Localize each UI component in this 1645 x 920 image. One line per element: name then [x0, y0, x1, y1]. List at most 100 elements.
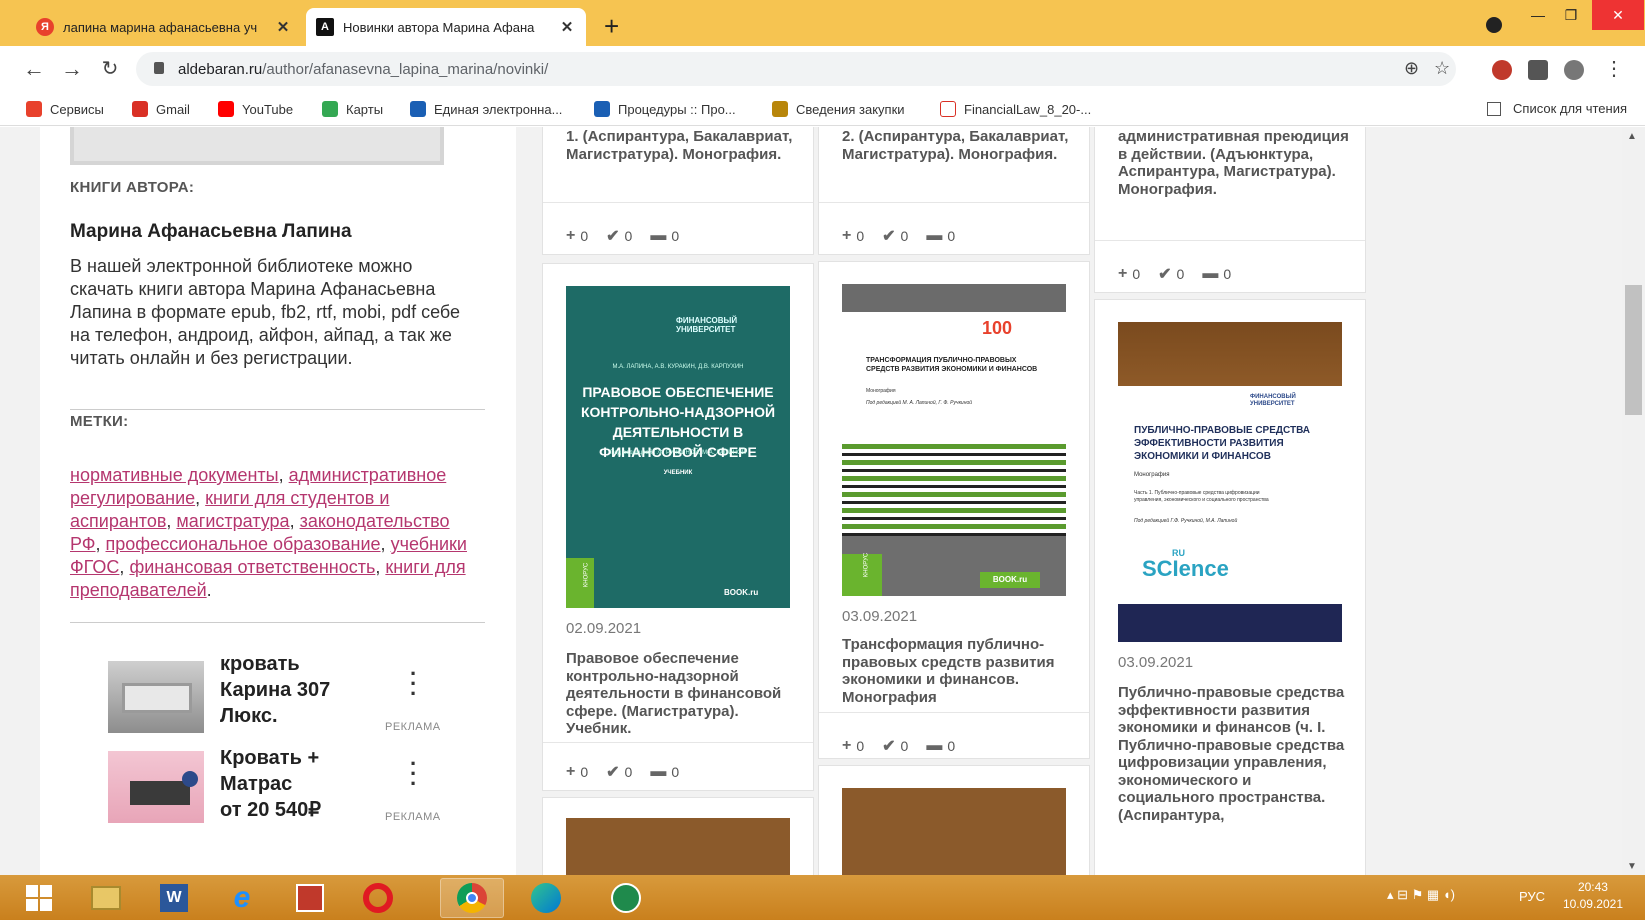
book-card[interactable]: 1. (Аспирантура, Бакалавриат, Магистрату… [542, 127, 814, 255]
tab-aldebaran[interactable]: A Новинки автора Марина Афана ✕ [306, 8, 586, 46]
language-indicator[interactable]: РУС [1519, 889, 1545, 904]
zoom-icon[interactable]: ⊕ [1404, 58, 1419, 79]
ad-menu-icon[interactable]: · · · [410, 753, 417, 795]
book-cover[interactable]: ФИНАНСОВЫЙ УНИВЕРСИТЕТ ПУБЛИЧНО-ПРАВОВЫЕ… [1118, 322, 1342, 642]
bookmark-pdf[interactable]: FinancialLaw_8_20-... [940, 101, 1091, 117]
page-scrollbar[interactable]: ▲ ▼ [1622, 127, 1645, 875]
divider [70, 622, 485, 623]
check-stat[interactable]: ✔ 0 [1158, 264, 1184, 284]
address-bar[interactable]: aldebaran.ru/author/afanasevna_lapina_ma… [136, 52, 1456, 86]
start-button[interactable] [4, 878, 74, 918]
taskbar-garant[interactable] [594, 878, 658, 918]
book-cover[interactable]: ФИНАНСОВЫЙ УНИВЕРСИТЕТ М.А. ЛАПИНА, А.В.… [566, 286, 790, 608]
tab-search[interactable]: Я лапина марина афанасьевна уч ✕ [26, 8, 302, 46]
new-tab-button[interactable]: + [604, 11, 619, 42]
scroll-thumb[interactable] [1625, 285, 1642, 415]
reload-icon[interactable]: ↻ [98, 56, 122, 82]
book-title[interactable]: административная преюдиция в действии. (… [1118, 128, 1350, 198]
comment-stat[interactable]: ▬ 0 [1202, 264, 1231, 284]
book-title[interactable]: 1. (Аспирантура, Бакалавриат, Магистрату… [566, 128, 798, 163]
check-stat[interactable]: ✔ 0 [606, 226, 632, 246]
book-card[interactable]: ФИНАНСОВЫЙ УНИВЕРСИТЕТ ПУБЛИЧНО-ПРАВОВЫЕ… [1094, 299, 1366, 875]
restore-icon[interactable]: ❐ [1548, 0, 1594, 30]
tag-link[interactable]: финансовая ответственность [129, 557, 375, 577]
bookmark-youtube[interactable]: YouTube [218, 101, 293, 117]
bookmark-services[interactable]: Сервисы [26, 101, 104, 117]
file-explorer-icon [91, 886, 121, 910]
check-count: 0 [624, 764, 633, 780]
scroll-down-icon[interactable]: ▼ [1627, 861, 1637, 872]
plus-stat[interactable]: +0 [566, 762, 588, 782]
bookmark-label: FinancialLaw_8_20-... [964, 101, 1092, 117]
comment-stat[interactable]: ▬ 0 [926, 736, 955, 756]
check-stat[interactable]: ✔ 0 [882, 736, 908, 756]
window-close-icon[interactable]: ✕ [1592, 0, 1644, 30]
taskbar-ie[interactable]: e [210, 878, 274, 918]
check-stat[interactable]: ✔ 0 [882, 226, 908, 246]
tab-search-icon[interactable] [1486, 17, 1502, 33]
menu-dots-icon[interactable]: ⋮ [1604, 56, 1624, 81]
taskbar-chrome[interactable] [440, 878, 504, 918]
ad-block[interactable]: Кровать + Матрас от 20 540₽ · · · РЕКЛАМА [108, 745, 444, 833]
tag-link[interactable]: профессиональное образование [106, 534, 381, 554]
bookmark-gov[interactable]: Единая электронна... [410, 101, 562, 117]
profile-icon[interactable] [1564, 60, 1584, 80]
plus-stat[interactable]: +0 [1118, 264, 1140, 284]
book-card[interactable]: ФИНАНСОВЫЙ УНИВЕРСИТЕТ М.А. ЛАПИНА, А.В.… [542, 263, 814, 791]
book-card[interactable]: 2. (Аспирантура, Бакалавриат, Магистрату… [818, 127, 1090, 255]
plus-stat[interactable]: +0 [842, 226, 864, 246]
tray-icons[interactable]: ▴ ⊟ ⚑ ▦ ◖) [1387, 887, 1455, 903]
check-count: 0 [900, 228, 909, 244]
taskbar-edge[interactable] [514, 878, 578, 918]
bookmark-label: Процедуры :: Про... [618, 101, 736, 117]
reading-list[interactable]: Список для чтения [1487, 101, 1627, 116]
check-stat[interactable]: ✔ 0 [606, 762, 632, 782]
taskbar-consultant[interactable] [278, 878, 342, 918]
book-cover[interactable] [566, 818, 790, 875]
bookmark-gmail[interactable]: Gmail [132, 101, 190, 117]
internet-explorer-icon: e [233, 881, 251, 914]
book-cover[interactable] [842, 788, 1066, 875]
bookmark-zakupki[interactable]: Сведения закупки [772, 101, 905, 117]
comment-stat[interactable]: ▬ 0 [650, 762, 679, 782]
ad-menu-icon[interactable]: · · · [410, 663, 417, 705]
book-cover[interactable]: 100 ТРАНСФОРМАЦИЯ ПУБЛИЧНО-ПРАВОВЫХ СРЕД… [842, 284, 1066, 596]
bookmark-star-icon[interactable]: ☆ [1434, 58, 1450, 79]
book-card[interactable]: административная преюдиция в действии. (… [1094, 127, 1366, 293]
comment-stat[interactable]: ▬ 0 [926, 226, 955, 246]
book-title[interactable]: Трансформация публично-правовых средств … [842, 636, 1074, 706]
book-card[interactable] [818, 765, 1090, 875]
plus-stat[interactable]: +0 [566, 226, 588, 246]
comment-count: 0 [671, 764, 680, 780]
scroll-up-icon[interactable]: ▲ [1627, 131, 1637, 142]
tab-close-icon[interactable]: ✕ [558, 18, 576, 36]
book-card[interactable] [542, 797, 814, 875]
taskbar-opera[interactable] [346, 878, 410, 918]
book-title[interactable]: 2. (Аспирантура, Бакалавриат, Магистрату… [842, 128, 1074, 163]
clock[interactable]: 20:43 10.09.2021 [1563, 879, 1623, 913]
tag-link[interactable]: нормативные документы [70, 465, 279, 485]
book-title[interactable]: Публично-правовые средства эффективности… [1118, 684, 1350, 824]
bookmark-maps[interactable]: Карты [322, 101, 383, 117]
check-count: 0 [1176, 266, 1185, 282]
taskbar-explorer[interactable] [74, 878, 138, 918]
word-icon: W [160, 884, 188, 912]
back-icon[interactable]: ← [22, 56, 46, 82]
comment-icon: ▬ [650, 227, 667, 244]
puzzle-icon[interactable] [1528, 60, 1548, 80]
comment-stat[interactable]: ▬ 0 [650, 226, 679, 246]
taskbar-word[interactable]: W [142, 878, 206, 918]
book-card[interactable]: 100 ТРАНСФОРМАЦИЯ ПУБЛИЧНО-ПРАВОВЫХ СРЕД… [818, 261, 1090, 759]
tag-link[interactable]: магистратура [176, 511, 289, 531]
ad-block[interactable]: кровать Карина 307 Люкс. · · · РЕКЛАМА [108, 653, 444, 743]
book-title[interactable]: Правовое обеспечение контрольно-надзорно… [566, 650, 798, 738]
extension-icon[interactable] [1492, 60, 1512, 80]
tab-close-icon[interactable]: ✕ [274, 18, 292, 36]
bookmark-procedures[interactable]: Процедуры :: Про... [594, 101, 736, 117]
book-date: 03.09.2021 [842, 608, 918, 625]
url-text[interactable]: aldebaran.ru/author/afanasevna_lapina_ma… [178, 61, 548, 78]
check-count: 0 [900, 738, 909, 754]
plus-stat[interactable]: +0 [842, 736, 864, 756]
forward-icon[interactable]: → [60, 56, 84, 82]
bookmark-label: YouTube [242, 101, 294, 117]
